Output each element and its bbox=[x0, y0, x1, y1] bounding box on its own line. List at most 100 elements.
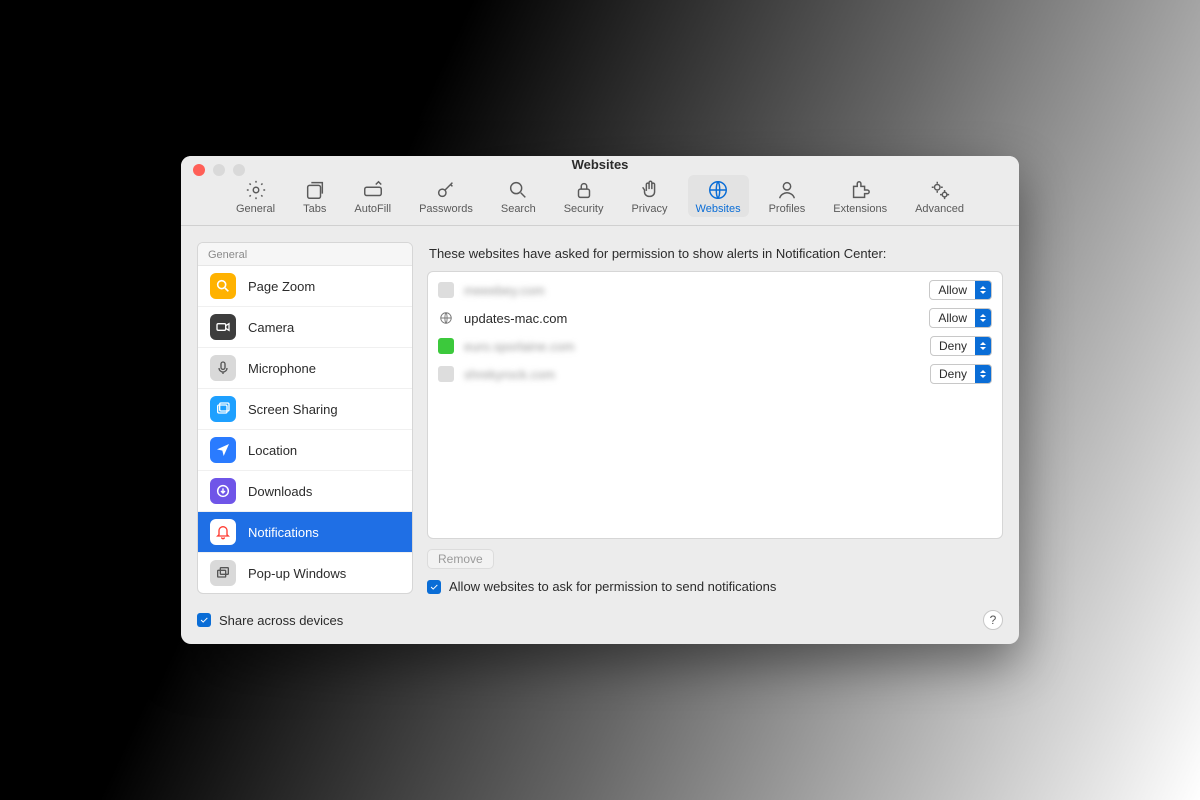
permission-value: Allow bbox=[930, 283, 975, 297]
sidebar-item-label: Camera bbox=[248, 320, 294, 335]
screen-share-icon bbox=[210, 396, 236, 422]
gears-icon bbox=[929, 179, 951, 201]
sidebar-item-notifications[interactable]: Notifications bbox=[198, 512, 412, 553]
toolbar-passwords[interactable]: Passwords bbox=[411, 175, 481, 217]
check-icon bbox=[429, 582, 439, 592]
person-icon bbox=[776, 179, 798, 201]
sidebar-item-camera[interactable]: Camera bbox=[198, 307, 412, 348]
toolbar-extensions[interactable]: Extensions bbox=[825, 175, 895, 217]
website-name: shrekyrock.com bbox=[464, 367, 920, 382]
permission-select[interactable]: Allow bbox=[929, 308, 992, 328]
toolbar-general[interactable]: General bbox=[228, 175, 283, 217]
below-list-controls: Remove Allow websites to ask for permiss… bbox=[427, 549, 1003, 594]
check-icon bbox=[199, 615, 209, 625]
sidebar-item-microphone[interactable]: Microphone bbox=[198, 348, 412, 389]
toolbar-label: General bbox=[236, 203, 275, 215]
website-row[interactable]: shrekyrock.com Deny bbox=[428, 360, 1002, 388]
permission-select[interactable]: Deny bbox=[930, 364, 992, 384]
window-controls bbox=[193, 164, 245, 176]
minimize-window-button[interactable] bbox=[213, 164, 225, 176]
camera-icon bbox=[210, 314, 236, 340]
sidebar-item-downloads[interactable]: Downloads bbox=[198, 471, 412, 512]
microphone-icon bbox=[210, 355, 236, 381]
toolbar-label: Security bbox=[564, 203, 604, 215]
sidebar-item-label: Page Zoom bbox=[248, 279, 315, 294]
website-row[interactable]: euro.sporlaine.com Deny bbox=[428, 332, 1002, 360]
remove-button[interactable]: Remove bbox=[427, 549, 494, 569]
toolbar-label: Privacy bbox=[631, 203, 667, 215]
toolbar-autofill[interactable]: AutoFill bbox=[346, 175, 399, 217]
website-row[interactable]: updates-mac.com Allow bbox=[428, 304, 1002, 332]
sidebar-item-label: Downloads bbox=[248, 484, 312, 499]
sidebar-item-label: Pop-up Windows bbox=[248, 566, 346, 581]
magnifier-icon bbox=[210, 273, 236, 299]
permission-value: Allow bbox=[930, 311, 975, 325]
preferences-toolbar: General Tabs AutoFill Passwords Search S… bbox=[181, 173, 1019, 226]
intro-text: These websites have asked for permission… bbox=[429, 246, 1003, 261]
gear-icon bbox=[245, 179, 267, 201]
autofill-icon bbox=[362, 179, 384, 201]
allow-ask-row[interactable]: Allow websites to ask for permission to … bbox=[427, 579, 1003, 594]
sidebar-item-popups[interactable]: Pop-up Windows bbox=[198, 553, 412, 593]
toolbar-tabs[interactable]: Tabs bbox=[295, 175, 334, 217]
stepper-arrows-icon bbox=[975, 281, 991, 299]
help-button[interactable]: ? bbox=[983, 610, 1003, 630]
bell-icon bbox=[210, 519, 236, 545]
close-window-button[interactable] bbox=[193, 164, 205, 176]
share-devices-row[interactable]: Share across devices bbox=[197, 613, 343, 628]
favicon-icon bbox=[438, 282, 454, 298]
permission-select[interactable]: Allow bbox=[929, 280, 992, 300]
hand-icon bbox=[639, 179, 661, 201]
globe-icon bbox=[707, 179, 729, 201]
toolbar-advanced[interactable]: Advanced bbox=[907, 175, 972, 217]
tabs-icon bbox=[304, 179, 326, 201]
permission-value: Deny bbox=[931, 339, 975, 353]
globe-favicon-icon bbox=[438, 310, 454, 326]
toolbar-websites[interactable]: Websites bbox=[688, 175, 749, 217]
favicon-icon bbox=[438, 366, 454, 382]
toolbar-label: Search bbox=[501, 203, 536, 215]
permission-select[interactable]: Deny bbox=[930, 336, 992, 356]
share-devices-label: Share across devices bbox=[219, 613, 343, 628]
toolbar-label: Extensions bbox=[833, 203, 887, 215]
website-row[interactable]: meeebey.com Allow bbox=[428, 276, 1002, 304]
allow-ask-checkbox[interactable] bbox=[427, 580, 441, 594]
stepper-arrows-icon bbox=[975, 309, 991, 327]
content-body: General Page Zoom Camera Microphone bbox=[181, 226, 1019, 610]
key-icon bbox=[435, 179, 457, 201]
sidebar-item-location[interactable]: Location bbox=[198, 430, 412, 471]
toolbar-label: Websites bbox=[696, 203, 741, 215]
toolbar-label: AutoFill bbox=[354, 203, 391, 215]
sidebar-item-page-zoom[interactable]: Page Zoom bbox=[198, 266, 412, 307]
main-panel: These websites have asked for permission… bbox=[427, 242, 1003, 594]
location-icon bbox=[210, 437, 236, 463]
toolbar-label: Profiles bbox=[769, 203, 806, 215]
sidebar-item-label: Microphone bbox=[248, 361, 316, 376]
toolbar-profiles[interactable]: Profiles bbox=[761, 175, 814, 217]
toolbar-label: Tabs bbox=[303, 203, 326, 215]
zoom-window-button[interactable] bbox=[233, 164, 245, 176]
stepper-arrows-icon bbox=[975, 365, 991, 383]
sidebar-item-label: Notifications bbox=[248, 525, 319, 540]
toolbar-search[interactable]: Search bbox=[493, 175, 544, 217]
stepper-arrows-icon bbox=[975, 337, 991, 355]
share-devices-checkbox[interactable] bbox=[197, 613, 211, 627]
favicon-icon bbox=[438, 338, 454, 354]
toolbar-security[interactable]: Security bbox=[556, 175, 612, 217]
sidebar-item-screen-sharing[interactable]: Screen Sharing bbox=[198, 389, 412, 430]
allow-ask-label: Allow websites to ask for permission to … bbox=[449, 579, 776, 594]
download-icon bbox=[210, 478, 236, 504]
sidebar-item-label: Location bbox=[248, 443, 297, 458]
toolbar-label: Passwords bbox=[419, 203, 473, 215]
website-name: meeebey.com bbox=[464, 283, 919, 298]
window-title: Websites bbox=[572, 157, 629, 172]
titlebar: Websites bbox=[181, 156, 1019, 173]
websites-list[interactable]: meeebey.com Allow updates-mac.com Allow bbox=[427, 271, 1003, 539]
website-name: updates-mac.com bbox=[464, 311, 919, 326]
sidebar-section-label: General bbox=[198, 243, 412, 266]
toolbar-label: Advanced bbox=[915, 203, 964, 215]
toolbar-privacy[interactable]: Privacy bbox=[623, 175, 675, 217]
website-name: euro.sporlaine.com bbox=[464, 339, 920, 354]
permission-value: Deny bbox=[931, 367, 975, 381]
windows-icon bbox=[210, 560, 236, 586]
